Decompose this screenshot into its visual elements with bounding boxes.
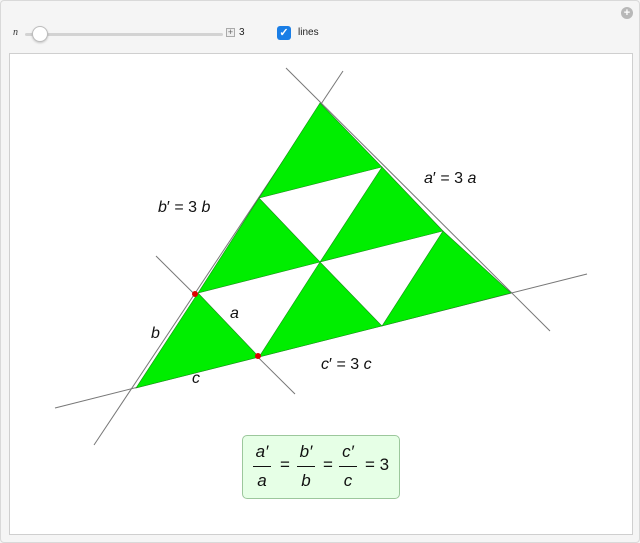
label-c-prime: c′ = 3 c	[321, 356, 372, 373]
point-c	[255, 353, 261, 359]
point-b	[192, 291, 198, 297]
n-slider[interactable]	[25, 33, 223, 36]
label-c: c	[192, 370, 200, 387]
equals-sign-2: =	[323, 455, 333, 474]
triangle-6	[381, 230, 512, 327]
demonstration-frame: + n + 3 ✓ lines a′ = 3 a b′ = 3 b c′ = 3…	[0, 0, 640, 543]
label-b: b	[151, 325, 160, 342]
n-label: n	[13, 27, 18, 38]
ratio-result: = 3	[365, 455, 390, 474]
label-a-prime: a′ = 3 a	[424, 170, 477, 187]
diagram-canvas: a′ = 3 a b′ = 3 b c′ = 3 c a b c a′ a = …	[9, 53, 633, 535]
n-slider-thumb[interactable]	[32, 26, 48, 42]
label-b-prime: b′ = 3 b	[158, 199, 211, 216]
controls-bar: n + 3 ✓ lines	[1, 23, 639, 45]
triangle-1	[258, 102, 383, 199]
slider-plus-icon[interactable]: +	[226, 28, 235, 37]
equals-sign-1: =	[280, 455, 290, 474]
lines-label: lines	[298, 27, 319, 38]
label-a: a	[230, 305, 239, 322]
triangle-2	[197, 197, 321, 294]
n-value: 3	[239, 27, 245, 38]
triangle-5	[258, 261, 383, 358]
lines-checkbox[interactable]: ✓	[277, 26, 291, 40]
expand-icon[interactable]: +	[621, 7, 633, 19]
ratio-formula-box: a′ a = b′ b = c′ c = 3	[242, 435, 400, 499]
